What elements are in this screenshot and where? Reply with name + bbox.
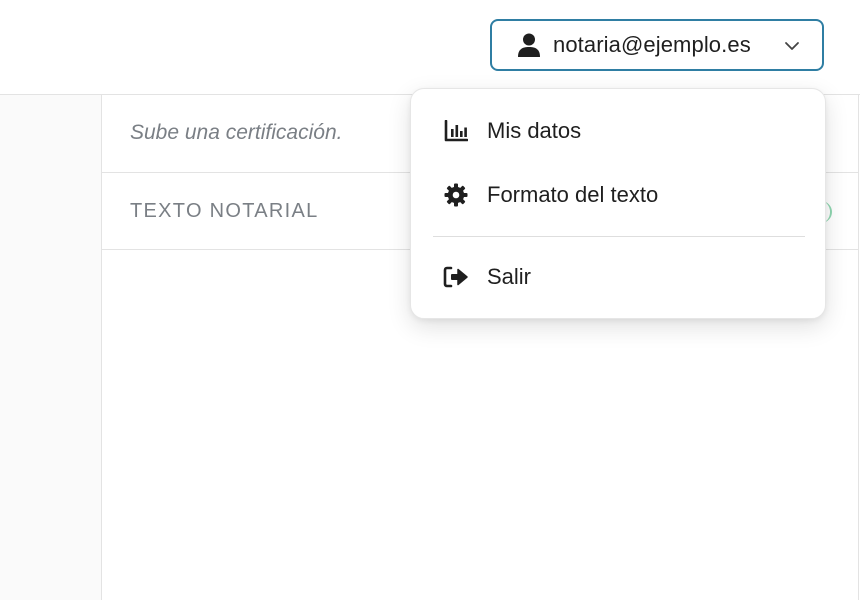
chevron-down-icon [785, 42, 799, 50]
menu-item-label: Formato del texto [487, 182, 659, 207]
user-dropdown-menu: Mis datos Formato del texto Salir [410, 88, 826, 319]
menu-item-label: Salir [487, 264, 532, 289]
user-email: notaria@ejemplo.es [553, 32, 751, 57]
gear-icon [443, 182, 469, 208]
menu-item-formato-texto[interactable]: Formato del texto [411, 167, 825, 223]
left-sidebar [0, 95, 102, 600]
person-icon [518, 33, 540, 57]
upload-prompt: Sube una certificación. [130, 121, 343, 144]
menu-item-salir[interactable]: Salir [411, 249, 825, 305]
top-bar: notaria@ejemplo.es [0, 0, 860, 95]
section-title: TEXTO NOTARIAL [130, 200, 319, 222]
menu-divider [433, 236, 805, 237]
logout-icon [443, 264, 469, 290]
menu-item-label: Mis datos [487, 118, 582, 143]
bar-chart-icon [443, 118, 469, 144]
user-menu-button[interactable]: notaria@ejemplo.es [490, 19, 824, 71]
menu-item-mis-datos[interactable]: Mis datos [411, 103, 825, 159]
